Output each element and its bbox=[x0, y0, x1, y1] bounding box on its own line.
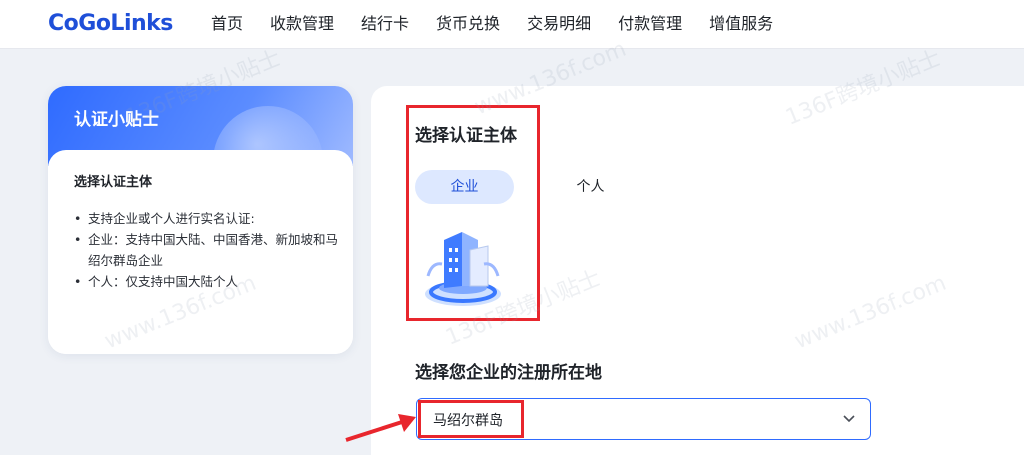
highlight-box-location bbox=[418, 400, 524, 438]
tips-list-item: 个人：仅支持中国大陆个人 bbox=[74, 271, 344, 292]
brand-logo[interactable]: CoGoLinks bbox=[48, 9, 174, 36]
tips-list-item: 企业：支持中国大陆、中国香港、新加坡和马绍尔群岛企业 bbox=[74, 229, 344, 271]
svg-text:CoGoLinks: CoGoLinks bbox=[48, 11, 173, 35]
tips-subtitle: 选择认证主体 bbox=[74, 175, 153, 190]
nav-item-currency-exchange[interactable]: 货币兑换 bbox=[436, 10, 500, 34]
nav-item-home[interactable]: 首页 bbox=[211, 10, 243, 34]
nav-item-value-added-services[interactable]: 增值服务 bbox=[709, 10, 773, 34]
tips-list: 支持企业或个人进行实名认证: 企业：支持中国大陆、中国香港、新加坡和马绍尔群岛企… bbox=[74, 208, 344, 292]
nav-item-payments[interactable]: 付款管理 bbox=[618, 10, 682, 34]
logo-wordmark: CoGoLinks bbox=[48, 11, 174, 36]
tips-title: 认证小贴士 bbox=[74, 110, 159, 130]
verification-tips-card: 认证小贴士 选择认证主体 支持企业或个人进行实名认证: 企业：支持中国大陆、中国… bbox=[48, 86, 353, 354]
tips-card-body: 选择认证主体 支持企业或个人进行实名认证: 企业：支持中国大陆、中国香港、新加坡… bbox=[48, 150, 353, 354]
nav-item-transactions[interactable]: 交易明细 bbox=[527, 10, 591, 34]
tips-list-item: 支持企业或个人进行实名认证: bbox=[74, 208, 344, 229]
entity-option-individual[interactable]: 个人 bbox=[543, 170, 638, 204]
highlight-box-entity bbox=[406, 105, 540, 321]
arrow-pointer-icon bbox=[345, 414, 416, 442]
nav-item-card[interactable]: 结行卡 bbox=[361, 10, 409, 34]
main-nav: 首页 收款管理 结行卡 货币兑换 交易明细 付款管理 增值服务 bbox=[211, 0, 800, 44]
top-navigation-bar: CoGoLinks 首页 收款管理 结行卡 货币兑换 交易明细 付款管理 增值服… bbox=[0, 0, 1024, 49]
chevron-down-icon[interactable] bbox=[842, 411, 856, 425]
location-section-title: 选择您企业的注册所在地 bbox=[415, 363, 602, 383]
nav-item-collections[interactable]: 收款管理 bbox=[270, 10, 334, 34]
